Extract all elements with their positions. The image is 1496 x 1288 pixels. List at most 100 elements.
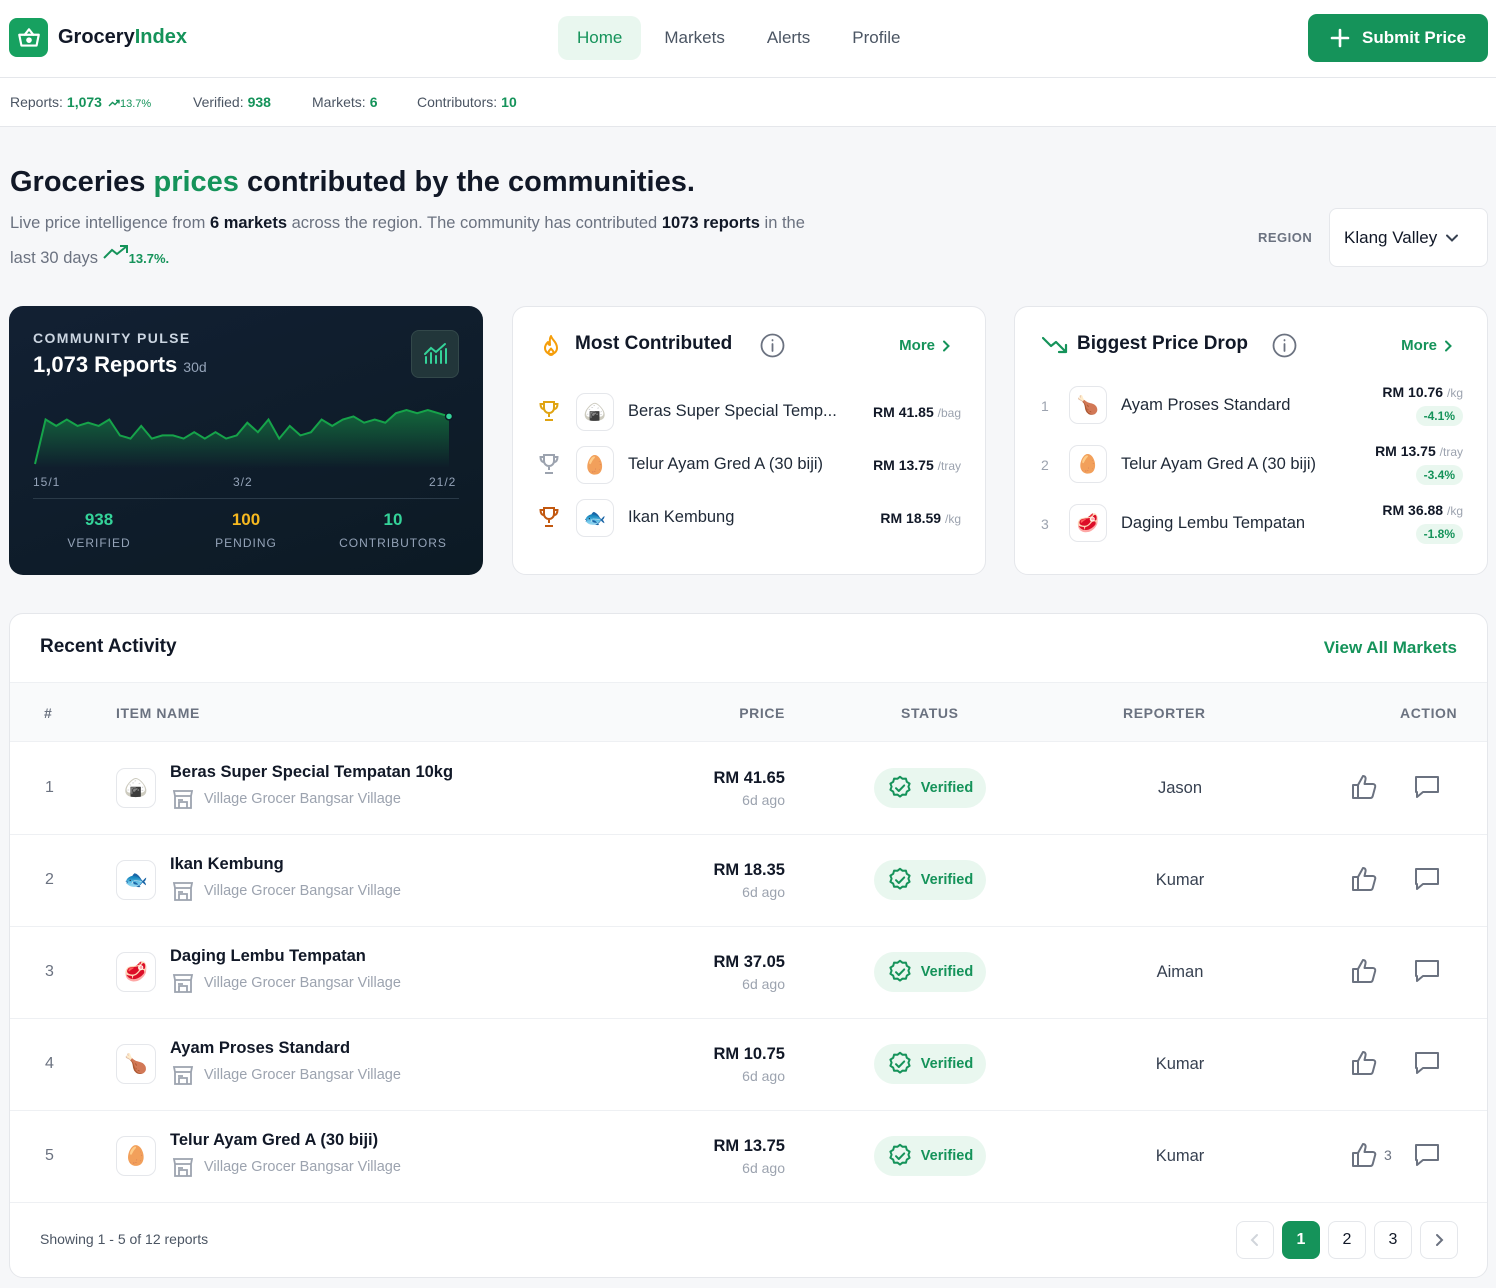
like-button[interactable] [1350,866,1384,892]
like-button[interactable] [1350,774,1384,800]
chevron-right-icon [943,340,950,351]
price-drop-title: Biggest Price Drop [1077,333,1249,354]
item-name[interactable]: Telur Ayam Gred A (30 biji) [170,1131,378,1150]
item-name[interactable]: Ikan Kembung [170,855,284,874]
comment-button[interactable] [1413,774,1441,805]
view-all-markets-link[interactable]: View All Markets [1324,638,1457,658]
submit-price-button[interactable]: Submit Price [1308,14,1488,62]
page-button-3[interactable]: 3 [1374,1221,1412,1259]
store-icon [172,882,194,901]
flame-icon [544,335,558,356]
app-name-part2: Index [134,26,187,48]
nav-markets[interactable]: Markets [645,16,743,60]
row-index: 1 [45,779,54,796]
chart-icon[interactable] [411,330,459,378]
comment-button[interactable] [1413,958,1441,989]
status-label: Verified [920,1148,974,1164]
next-page-button[interactable] [1420,1221,1458,1259]
list-item[interactable]: 🐟 Ikan Kembung RM 18.59 /kg [513,499,985,539]
list-item[interactable]: 1 🍗 Ayam Proses Standard RM 10.76 /kg -4.… [1015,384,1487,434]
basket-icon[interactable] [9,18,48,57]
table-row[interactable]: 2 🐟 Ikan Kembung Village Grocer Bangsar … [10,835,1487,927]
most-contributed-more-link[interactable]: More [899,337,951,354]
title-part2: contributed by the communities. [238,166,695,198]
stat-markets-label: Markets: [312,94,366,110]
table-row[interactable]: 3 🥩 Daging Lembu Tempatan Village Grocer… [10,927,1487,1019]
report-time: 6d ago [742,1160,785,1176]
title-highlight: prices [153,166,239,198]
status-label: Verified [920,1056,974,1072]
comment-button[interactable] [1413,1142,1441,1173]
pulse-tick-3: 21/2 [429,475,457,489]
region-value: Klang Valley [1344,227,1438,247]
list-item[interactable]: 2 🥚 Telur Ayam Gred A (30 biji) RM 13.75… [1015,443,1487,493]
reporter-name: Aiman [1156,963,1204,981]
recent-activity-panel: Recent Activity View All Markets # ITEM … [9,613,1488,1278]
list-item[interactable]: 🥚 Telur Ayam Gred A (30 biji) RM 13.75 /… [513,446,985,486]
pulse-divider [33,498,459,499]
item-emoji: 🥩 [1069,504,1107,542]
item-price-value: RM 10.76 [1382,384,1444,400]
nav-home[interactable]: Home [558,16,642,60]
item-name[interactable]: Beras Super Special Tempatan 10kg [170,763,453,782]
store-icon [172,790,194,809]
price-drop-more-link[interactable]: More [1401,337,1453,354]
nav-alerts[interactable]: Alerts [748,16,829,60]
sub-trend: 13.7%. [128,251,170,266]
status-label: Verified [920,780,974,796]
item-price: RM 10.76 /kg -4.1% [1382,384,1463,426]
item-name: Daging Lembu Tempatan [1121,514,1306,532]
pulse-verified: 938 VERIFIED [29,510,169,550]
item-unit: /tray [1439,445,1463,459]
region-select[interactable]: Klang Valley [1329,208,1488,267]
pulse-period: 30d [183,359,207,375]
item-name[interactable]: Ayam Proses Standard [170,1039,350,1058]
comment-button[interactable] [1413,866,1441,897]
sub-part2: across the region. The community has con… [287,214,662,232]
info-icon[interactable] [760,333,785,358]
table-row[interactable]: 4 🍗 Ayam Proses Standard Village Grocer … [10,1019,1487,1111]
table-row[interactable]: 5 🥚 Telur Ayam Gred A (30 biji) Village … [10,1111,1487,1203]
item-name: Ayam Proses Standard [1121,396,1291,414]
col-index: # [44,705,53,721]
col-price[interactable]: PRICE [739,705,785,721]
page-button-1[interactable]: 1 [1282,1221,1320,1259]
stat-markets-value: 6 [369,94,378,110]
item-price-value: RM 36.88 [1382,502,1444,518]
item-rank: 3 [1041,516,1049,532]
row-index: 4 [45,1055,54,1072]
nav-profile[interactable]: Profile [833,16,919,60]
pulse-label: COMMUNITY PULSE [33,330,191,346]
item-price-value: RM 13.75 [1375,443,1436,459]
report-time: 6d ago [742,884,785,900]
comment-icon [1415,1144,1439,1166]
list-item[interactable]: 🍙 Beras Super Special Temp... RM 41.85 /… [513,393,985,433]
verified-check-icon [889,775,911,798]
list-item[interactable]: 3 🥩 Daging Lembu Tempatan RM 36.88 /kg -1… [1015,502,1487,552]
table-row[interactable]: 1 🍙 Beras Super Special Tempatan 10kg Vi… [10,743,1487,835]
stat-contributors-label: Contributors: [417,94,498,110]
col-reporter[interactable]: REPORTER [1123,705,1206,721]
like-button[interactable] [1350,958,1384,984]
item-name[interactable]: Daging Lembu Tempatan [170,947,366,966]
pulse-pending-value: 100 [231,510,261,529]
item-emoji: 🍙 [576,393,614,431]
like-button[interactable] [1350,1050,1384,1076]
app-logo-text[interactable]: GroceryIndex [58,26,187,49]
sub-markets: 6 markets [209,214,287,232]
pulse-total-value: 1,073 Reports [33,352,178,377]
item-emoji: 🐟 [576,499,614,537]
col-item-name[interactable]: ITEM NAME [116,705,200,721]
comment-button[interactable] [1413,1050,1441,1081]
prev-page-button[interactable] [1236,1221,1274,1259]
market-info: Village Grocer Bangsar Village [172,1065,401,1085]
market-name: Village Grocer Bangsar Village [204,1067,401,1083]
change-badge: -1.8% [1415,524,1463,544]
info-icon[interactable] [1272,333,1297,358]
chevron-right-icon [1436,1234,1444,1246]
item-rank: 2 [1041,457,1049,473]
col-status[interactable]: STATUS [901,705,959,721]
page-button-2[interactable]: 2 [1328,1221,1366,1259]
like-button[interactable]: 3 [1350,1142,1392,1168]
stat-reports-trend: 13.7% [119,98,152,110]
